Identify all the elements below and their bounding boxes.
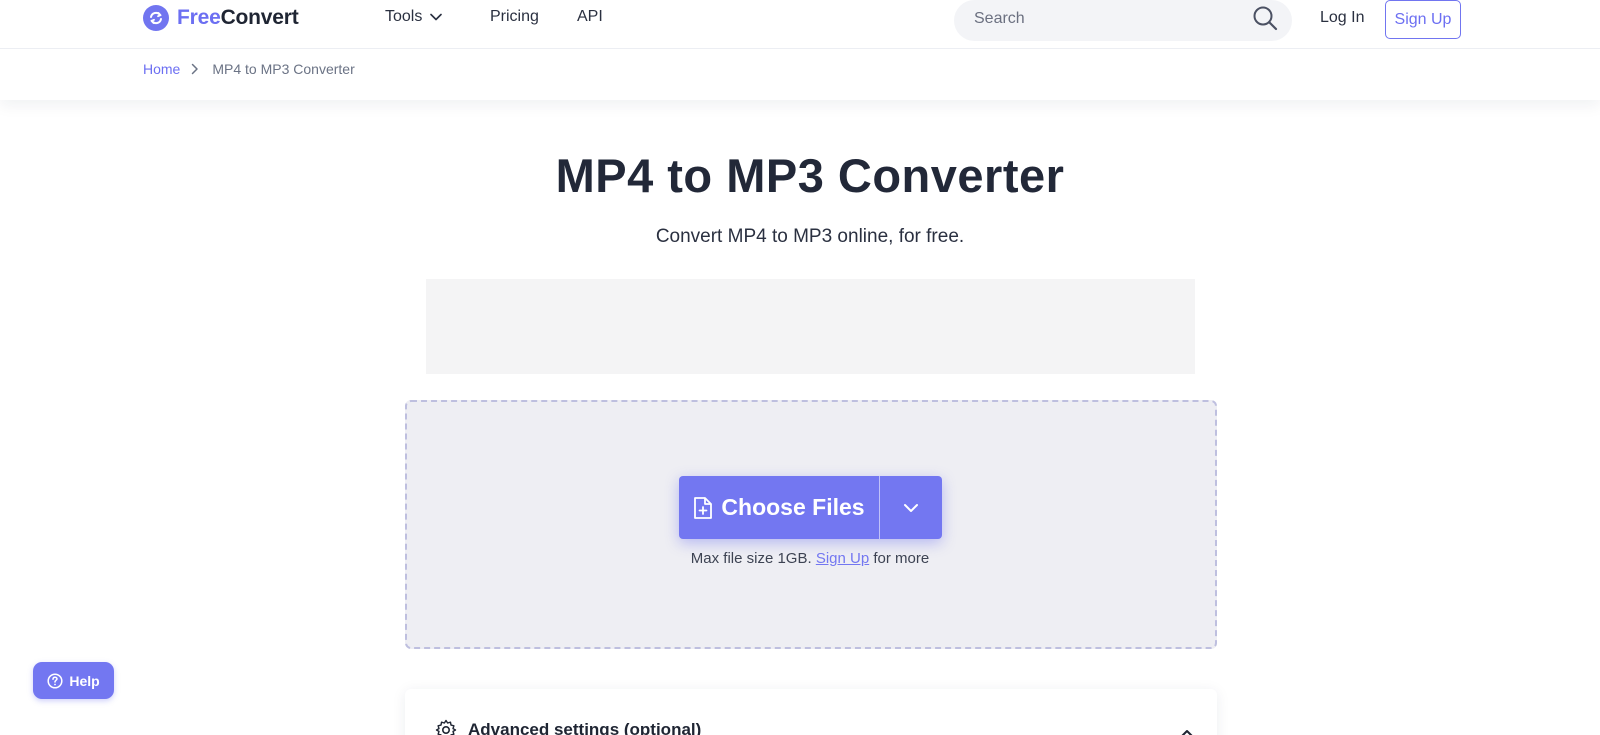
site-header: FreeConvert Tools Pricing API Log In Sig… (0, 0, 1600, 100)
chevron-right-icon (191, 63, 199, 75)
ad-placeholder (426, 279, 1195, 374)
logo[interactable]: FreeConvert (143, 4, 299, 32)
choose-files-label: Choose Files (721, 494, 865, 520)
logo-text-free: Free (177, 6, 221, 29)
top-navbar: FreeConvert Tools Pricing API Log In Sig… (0, 0, 1600, 49)
upload-source-dropdown[interactable] (880, 476, 942, 539)
max-size-text: Max file size 1GB. (690, 550, 812, 567)
page-subtitle: Convert MP4 to MP3 online, for free. (655, 226, 965, 247)
logo-text: FreeConvert (177, 6, 299, 30)
gear-icon (435, 719, 457, 735)
logo-text-convert: Convert (220, 6, 299, 29)
login-link[interactable]: Log In (1320, 9, 1364, 27)
signup-button[interactable]: Sign Up (1385, 0, 1461, 39)
chevron-down-icon (430, 13, 443, 21)
chevron-down-icon (904, 503, 918, 512)
advanced-settings-panel[interactable]: Advanced settings (optional) (405, 689, 1217, 735)
file-add-icon (694, 496, 713, 519)
nav-pricing-link[interactable]: Pricing (490, 8, 539, 26)
nav-tools-menu[interactable]: Tools (385, 8, 443, 26)
search-box (954, 0, 1292, 41)
question-circle-icon (47, 672, 63, 689)
max-size-signup-link[interactable]: Sign Up (816, 550, 869, 567)
breadcrumb-home-link[interactable]: Home (143, 61, 180, 77)
chevron-up-icon[interactable] (1179, 725, 1195, 735)
help-label: Help (69, 672, 100, 689)
logo-sync-icon (143, 5, 169, 31)
choose-files-button[interactable]: Choose Files (679, 476, 879, 539)
max-file-size-note: Max file size 1GB. Sign Up for more (0, 550, 1600, 567)
search-input[interactable] (974, 0, 1234, 37)
advanced-settings-label: Advanced settings (optional) (468, 720, 702, 735)
page-title: MP4 to MP3 Converter (555, 149, 1065, 202)
nav-tools-label: Tools (385, 8, 423, 25)
max-size-suffix: for more (873, 550, 930, 567)
nav-api-link[interactable]: API (577, 8, 603, 26)
help-button[interactable]: Help (33, 662, 114, 699)
breadcrumb-current: MP4 to MP3 Converter (212, 61, 355, 77)
search-icon[interactable] (1252, 5, 1278, 31)
choose-files-group: Choose Files (679, 476, 942, 539)
breadcrumb: Home MP4 to MP3 Converter (143, 61, 355, 77)
